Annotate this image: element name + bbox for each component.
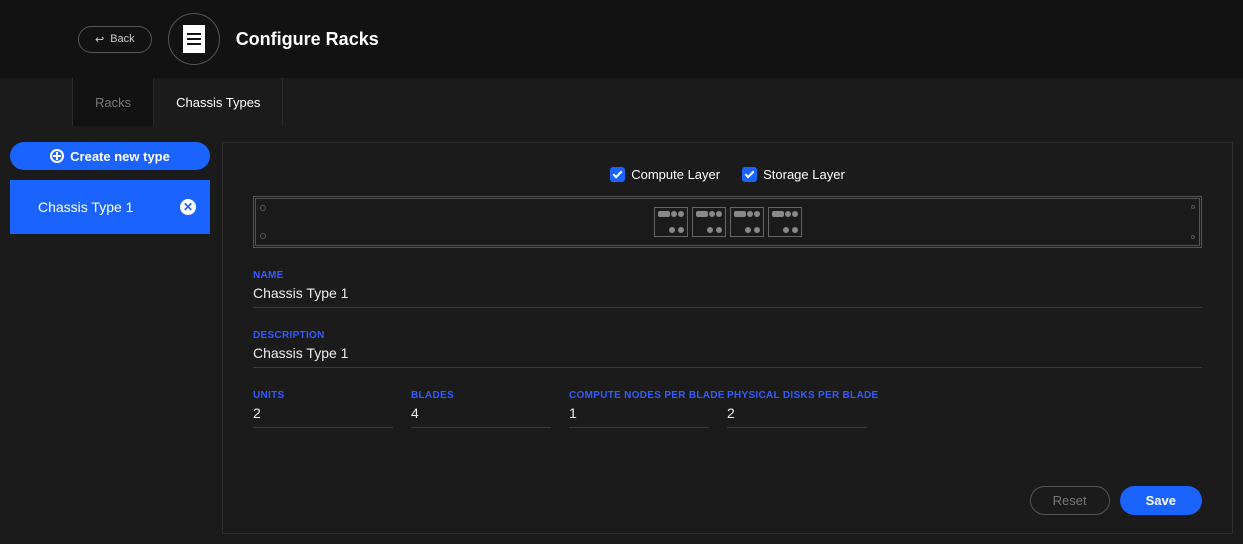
sidebar-item-chassis-type-1[interactable]: Chassis Type 1 ✕ xyxy=(10,180,210,234)
compute-nodes-value: 1 xyxy=(569,405,709,421)
delete-type-icon[interactable]: ✕ xyxy=(180,199,196,215)
blade-preview xyxy=(654,207,688,237)
details-panel: Compute Layer Storage Layer xyxy=(222,142,1233,534)
units-field[interactable]: UNITS 2 xyxy=(253,390,393,428)
back-arrow-icon: ↩ xyxy=(95,33,104,46)
compute-layer-label: Compute Layer xyxy=(631,167,720,182)
blade-preview xyxy=(692,207,726,237)
units-label: UNITS xyxy=(253,390,393,401)
back-button[interactable]: ↩ Back xyxy=(78,26,152,53)
storage-layer-checkbox-wrap[interactable]: Storage Layer xyxy=(742,167,845,182)
name-field[interactable]: NAME Chassis Type 1 xyxy=(253,270,1202,308)
page-title: Configure Racks xyxy=(236,29,379,50)
storage-layer-label: Storage Layer xyxy=(763,167,845,182)
blades-label: BLADES xyxy=(411,390,551,401)
back-label: Back xyxy=(110,33,134,45)
blade-preview xyxy=(730,207,764,237)
sidebar-item-label: Chassis Type 1 xyxy=(38,199,133,215)
rack-icon xyxy=(168,13,220,65)
units-value: 2 xyxy=(253,405,393,421)
checkbox-icon xyxy=(610,167,625,182)
description-value: Chassis Type 1 xyxy=(253,345,1202,361)
plus-circle-icon xyxy=(50,149,64,163)
blades-value: 4 xyxy=(411,405,551,421)
footer-buttons: Reset Save xyxy=(1030,486,1202,515)
description-field[interactable]: DESCRIPTION Chassis Type 1 xyxy=(253,330,1202,368)
create-new-type-button[interactable]: Create new type xyxy=(10,142,210,170)
tab-bar: Racks Chassis Types xyxy=(0,78,1243,126)
blade-preview xyxy=(768,207,802,237)
blades-field[interactable]: BLADES 4 xyxy=(411,390,551,428)
physical-disks-field[interactable]: PHYSICAL DISKS PER BLADE 2 xyxy=(727,390,867,428)
save-button[interactable]: Save xyxy=(1120,486,1202,515)
description-label: DESCRIPTION xyxy=(253,330,1202,341)
chassis-preview xyxy=(253,196,1202,248)
physical-disks-label: PHYSICAL DISKS PER BLADE xyxy=(727,390,867,401)
reset-button[interactable]: Reset xyxy=(1030,486,1110,515)
header: ↩ Back Configure Racks xyxy=(0,0,1243,78)
numeric-fields-row: UNITS 2 BLADES 4 COMPUTE NODES PER BLADE… xyxy=(253,390,1202,428)
tab-racks[interactable]: Racks xyxy=(72,78,154,126)
compute-nodes-label: COMPUTE NODES PER BLADE xyxy=(569,390,709,401)
name-value: Chassis Type 1 xyxy=(253,285,1202,301)
physical-disks-value: 2 xyxy=(727,405,867,421)
name-label: NAME xyxy=(253,270,1202,281)
sidebar: Create new type Chassis Type 1 ✕ xyxy=(10,142,210,534)
create-button-label: Create new type xyxy=(70,149,170,164)
compute-nodes-field[interactable]: COMPUTE NODES PER BLADE 1 xyxy=(569,390,709,428)
tab-chassis-types[interactable]: Chassis Types xyxy=(154,78,283,126)
layer-checkboxes: Compute Layer Storage Layer xyxy=(253,167,1202,182)
compute-layer-checkbox-wrap[interactable]: Compute Layer xyxy=(610,167,720,182)
checkbox-icon xyxy=(742,167,757,182)
